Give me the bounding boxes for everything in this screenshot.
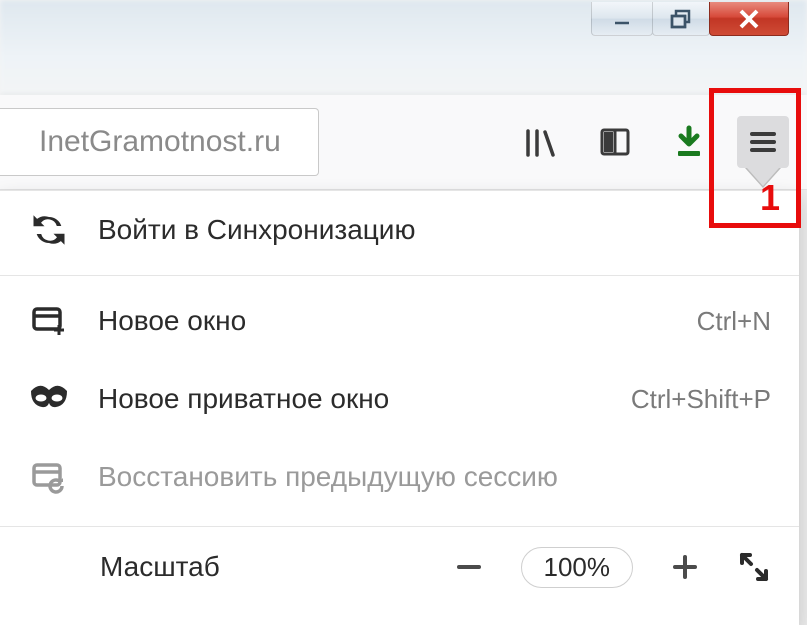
- menu-item-shortcut: Ctrl+Shift+P: [631, 384, 771, 415]
- library-button[interactable]: [515, 116, 567, 168]
- menu-zoom-row: Масштаб 100%: [0, 526, 799, 593]
- menu-item-new-private-window[interactable]: Новое приватное окно Ctrl+Shift+P: [0, 360, 799, 438]
- url-bar[interactable]: InetGramotnost.ru: [0, 108, 319, 176]
- sidebar-button[interactable]: [589, 116, 641, 168]
- new-window-icon: [28, 300, 70, 342]
- browser-toolbar: InetGramotnost.ru: [0, 95, 807, 190]
- window-maximize-button[interactable]: [652, 2, 710, 36]
- window-minimize-button[interactable]: [591, 2, 653, 36]
- window-close-button[interactable]: [709, 2, 789, 36]
- menu-item-label: Новое окно: [98, 305, 246, 337]
- hamburger-menu-button[interactable]: [737, 116, 789, 168]
- menu-item-new-window[interactable]: Новое окно Ctrl+N: [0, 282, 799, 360]
- menu-item-restore-session: Восстановить предыдущую сессию: [0, 438, 799, 516]
- zoom-in-button[interactable]: [653, 541, 717, 593]
- menu-item-sync[interactable]: Войти в Синхронизацию: [0, 191, 799, 269]
- private-mask-icon: [28, 378, 70, 420]
- restore-window-icon: [28, 456, 70, 498]
- menu-item-label: Новое приватное окно: [98, 383, 389, 415]
- menu-item-label: Восстановить предыдущую сессию: [98, 461, 558, 493]
- zoom-out-button[interactable]: [437, 541, 501, 593]
- zoom-value[interactable]: 100%: [521, 547, 634, 588]
- zoom-label: Масштаб: [100, 551, 220, 583]
- menu-item-shortcut: Ctrl+N: [697, 306, 771, 337]
- downloads-button[interactable]: [663, 116, 715, 168]
- menu-scrollbar[interactable]: [799, 190, 807, 625]
- app-menu-panel: Войти в Синхронизацию Новое окно Ctrl+N …: [0, 190, 799, 625]
- menu-separator: [0, 275, 799, 276]
- menu-item-label: Войти в Синхронизацию: [98, 214, 415, 246]
- url-text: InetGramotnost.ru: [39, 125, 281, 159]
- sync-icon: [28, 209, 70, 251]
- fullscreen-button[interactable]: [737, 550, 771, 584]
- window-controls: [592, 2, 789, 36]
